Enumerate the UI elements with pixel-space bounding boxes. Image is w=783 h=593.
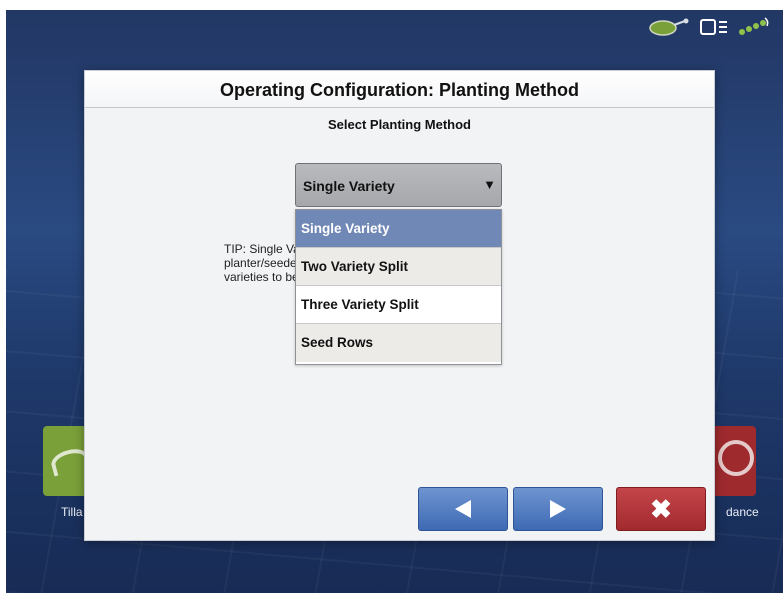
arrow-left-icon <box>455 500 471 518</box>
option-single-variety[interactable]: Single Variety <box>296 210 501 248</box>
tillage-tile-label: Tilla <box>61 505 83 519</box>
next-button[interactable] <box>513 487 603 531</box>
guidance-app-tile[interactable] <box>712 426 756 496</box>
display-icon[interactable] <box>699 17 729 37</box>
implement-icon[interactable] <box>647 17 691 37</box>
planting-method-dialog: Operating Configuration: Planting Method… <box>84 70 715 541</box>
dropdown-arrow-icon[interactable]: ▼ <box>483 177 496 192</box>
planting-method-dropdown-list: Single Variety Two Variety Split Three V… <box>295 209 502 365</box>
status-bar <box>647 16 771 38</box>
arrow-right-icon <box>550 500 566 518</box>
option-two-variety-split[interactable]: Two Variety Split <box>296 248 501 286</box>
close-icon: ✖ <box>650 494 672 524</box>
previous-button[interactable] <box>418 487 508 531</box>
dialog-subtitle: Select Planting Method <box>327 117 471 132</box>
option-three-variety-split[interactable]: Three Variety Split <box>296 286 501 324</box>
option-seed-rows[interactable]: Seed Rows <box>296 324 501 362</box>
tillage-app-tile[interactable] <box>43 426 87 496</box>
gps-signal-icon[interactable] <box>737 16 771 38</box>
planting-method-select[interactable]: Single Variety ▼ <box>295 163 502 207</box>
guidance-tile-label: dance <box>726 505 759 519</box>
cancel-button[interactable]: ✖ <box>616 487 706 531</box>
select-value: Single Variety <box>303 178 395 194</box>
dialog-title: Operating Configuration: Planting Method <box>85 71 714 108</box>
